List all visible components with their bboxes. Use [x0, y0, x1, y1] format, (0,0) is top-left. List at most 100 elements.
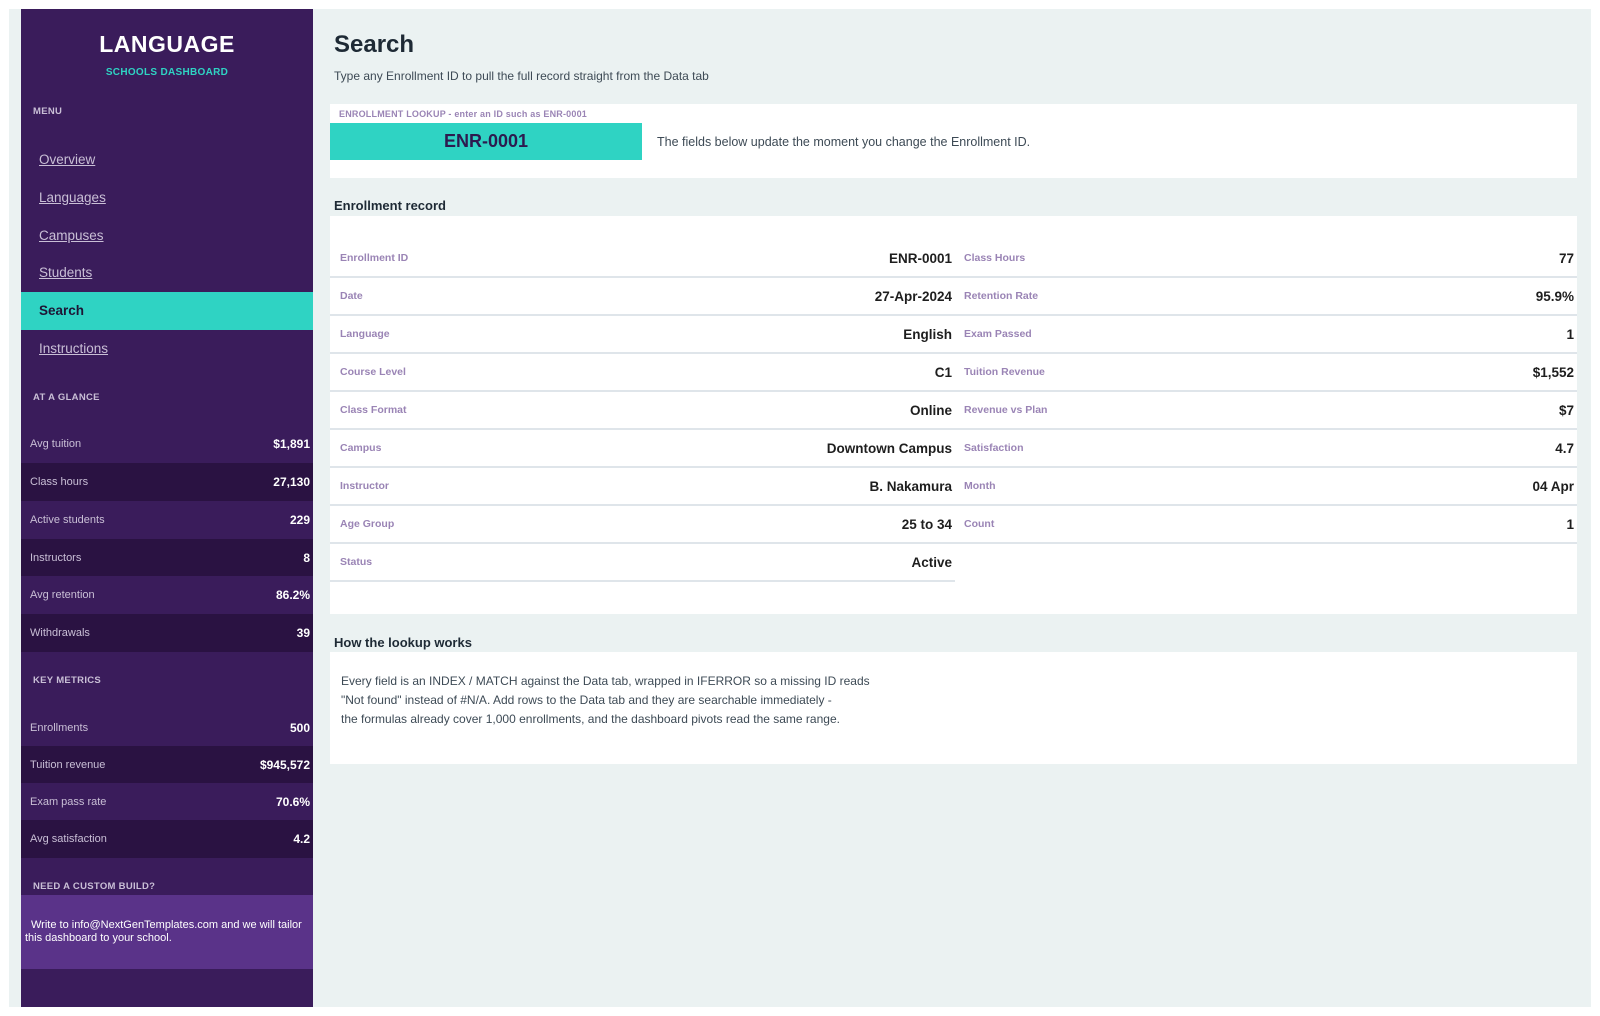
record-label: Age Group	[340, 518, 395, 530]
custom-build-box: Write to info@NextGenTemplates.com and w…	[21, 895, 313, 969]
record-value: 77	[1558, 250, 1574, 266]
how-line: Every field is an INDEX / MATCH against …	[341, 674, 870, 688]
glance-row-avg-tuition: Avg tuition $1,891	[21, 425, 313, 463]
how-line: "Not found" instead of #N/A. Add rows to…	[341, 693, 832, 707]
record-value: Active	[911, 554, 952, 570]
stat-label: Enrollments	[30, 722, 89, 734]
glance-row-class-hours: Class hours 27,130	[21, 463, 313, 501]
stat-value: 4.2	[293, 832, 310, 846]
key-metrics-label: KEY METRICS	[33, 675, 102, 686]
record-row-class-format: Class Format Online	[330, 392, 955, 430]
page-subtitle: Type any Enrollment ID to pull the full …	[334, 69, 709, 83]
record-value: ENR-0001	[888, 250, 952, 266]
record-value: 1	[1566, 326, 1574, 342]
record-label: Month	[964, 480, 996, 492]
stat-label: Avg satisfaction	[30, 833, 107, 845]
sidebar-item-instructions[interactable]: Instructions	[21, 330, 313, 368]
cta-line: Write to info@NextGenTemplates.com and w…	[31, 919, 302, 931]
record-label: Retention Rate	[964, 290, 1039, 302]
record-value: 1	[1566, 516, 1574, 532]
sidebar-item-search[interactable]: Search	[21, 292, 313, 330]
record-row-instructor: Instructor B. Nakamura	[330, 468, 955, 506]
record-value: $7	[1558, 402, 1574, 418]
metric-row-avg-satisfaction: Avg satisfaction 4.2	[21, 820, 313, 858]
record-label: Status	[340, 556, 373, 568]
record-label: Tuition Revenue	[964, 366, 1045, 378]
stat-value: $945,572	[259, 758, 310, 772]
metric-row-enrollments: Enrollments 500	[21, 709, 313, 747]
record-row-satisfaction: Satisfaction 4.7	[954, 430, 1577, 468]
how-panel: Every field is an INDEX / MATCH against …	[330, 652, 1577, 764]
how-text: Every field is an INDEX / MATCH against …	[341, 672, 870, 729]
record-label: Exam Passed	[964, 328, 1032, 340]
record-label: Class Hours	[964, 252, 1026, 264]
main-content: Search Type any Enrollment ID to pull th…	[313, 9, 1591, 1007]
record-value: 95.9%	[1535, 288, 1574, 304]
enrollment-id-input[interactable]	[330, 123, 642, 160]
glance-row-withdrawals: Withdrawals 39	[21, 614, 313, 652]
cta-line: this dashboard to your school.	[25, 932, 172, 944]
record-label: Language	[340, 328, 390, 340]
record-row-class-hours: Class Hours 77	[954, 240, 1577, 278]
record-value: 25 to 34	[901, 516, 952, 532]
record-row-exam-passed: Exam Passed 1	[954, 316, 1577, 354]
sidebar-item-campuses[interactable]: Campuses	[21, 217, 313, 255]
stat-value: 8	[303, 551, 310, 565]
record-title: Enrollment record	[334, 198, 446, 213]
record-label: Campus	[340, 442, 382, 454]
record-row-course-level: Course Level C1	[330, 354, 955, 392]
sidebar-item-students[interactable]: Students	[21, 254, 313, 292]
stat-label: Class hours	[30, 476, 89, 488]
record-row-tuition-revenue: Tuition Revenue $1,552	[954, 354, 1577, 392]
stat-value: 27,130	[273, 475, 310, 489]
glance-row-avg-retention: Avg retention 86.2%	[21, 576, 313, 614]
record-value: 27-Apr-2024	[874, 288, 952, 304]
brand-subtitle: SCHOOLS DASHBOARD	[105, 67, 229, 78]
record-value: Downtown Campus	[826, 440, 952, 456]
glance-label: AT A GLANCE	[33, 392, 100, 403]
glance-row-active-students: Active students 229	[21, 501, 313, 539]
lookup-label: ENROLLMENT LOOKUP - enter an ID such as …	[339, 109, 587, 119]
sidebar-item-languages[interactable]: Languages	[21, 179, 313, 217]
stat-value: 86.2%	[275, 588, 310, 602]
record-row-campus: Campus Downtown Campus	[330, 430, 955, 468]
how-line: the formulas already cover 1,000 enrollm…	[341, 712, 840, 726]
stat-label: Avg tuition	[30, 438, 82, 450]
page-title: Search	[334, 31, 415, 58]
lookup-hint: The fields below update the moment you c…	[657, 135, 1031, 149]
record-row-status: Status Active	[330, 544, 955, 582]
record-label: Count	[964, 518, 995, 530]
lookup-panel: ENROLLMENT LOOKUP - enter an ID such as …	[330, 104, 1577, 178]
menu-label: MENU	[33, 106, 63, 117]
sidebar-item-overview[interactable]: Overview	[21, 141, 313, 179]
record-value: C1	[934, 364, 952, 380]
record-value: 04 Apr	[1532, 478, 1574, 494]
stat-value: $1,891	[273, 437, 310, 451]
brand-title: LANGUAGE	[99, 31, 235, 57]
record-panel: Enrollment ID ENR-0001 Date 27-Apr-2024 …	[330, 216, 1577, 614]
record-row-language: Language English	[330, 316, 955, 354]
stat-value: 500	[289, 721, 310, 735]
stat-label: Avg retention	[30, 589, 95, 601]
record-row-date: Date 27-Apr-2024	[330, 278, 955, 316]
stat-value: 39	[296, 626, 310, 640]
record-label: Enrollment ID	[340, 252, 409, 264]
record-label: Instructor	[340, 480, 390, 492]
stat-value: 70.6%	[275, 795, 310, 809]
record-row-age-group: Age Group 25 to 34	[330, 506, 955, 544]
stat-label: Instructors	[30, 552, 82, 564]
record-value: Online	[909, 402, 952, 418]
stat-label: Active students	[30, 514, 105, 526]
how-title: How the lookup works	[334, 635, 472, 650]
record-value: B. Nakamura	[869, 478, 952, 494]
record-row-retention-rate: Retention Rate 95.9%	[954, 278, 1577, 316]
record-label: Class Format	[340, 404, 407, 416]
glance-row-instructors: Instructors 8	[21, 539, 313, 577]
sidebar: LANGUAGE SCHOOLS DASHBOARD MENU Overview…	[21, 9, 313, 1007]
metric-row-tuition-revenue: Tuition revenue $945,572	[21, 746, 313, 784]
record-label: Course Level	[340, 366, 406, 378]
record-row-enrollment-id: Enrollment ID ENR-0001	[330, 240, 955, 278]
stat-label: Tuition revenue	[30, 759, 106, 771]
record-value: English	[903, 326, 952, 342]
record-label: Date	[340, 290, 363, 302]
